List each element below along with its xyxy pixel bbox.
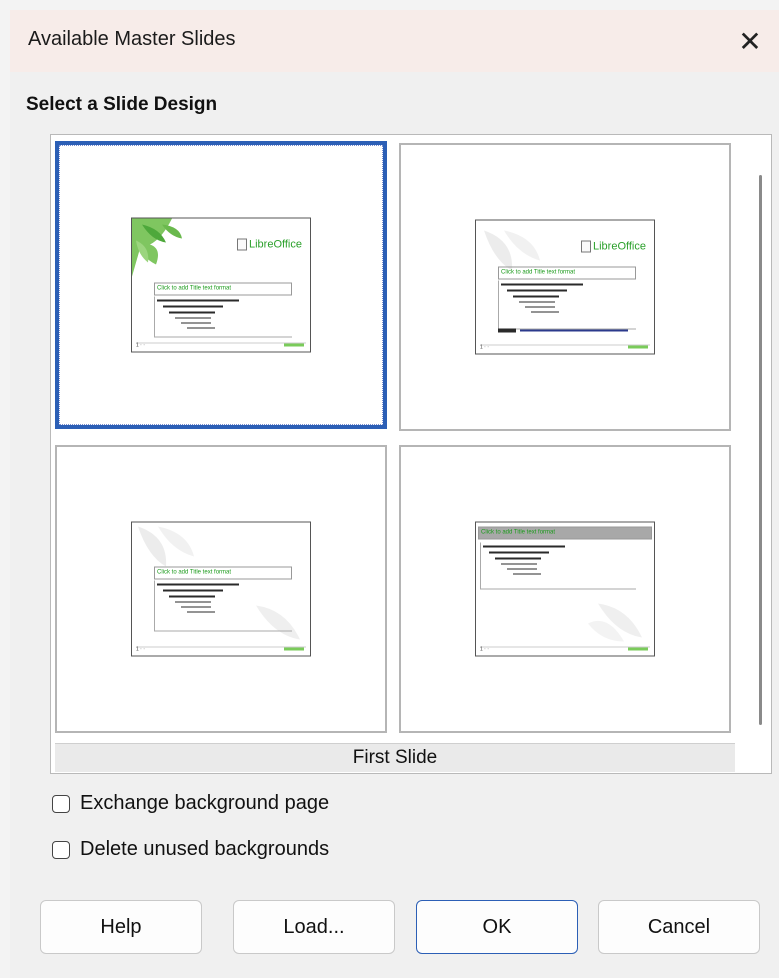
selected-design-label: First Slide — [55, 743, 735, 772]
design-thumbnail: Click to add Title text format 1 · · — [475, 521, 655, 657]
thumbnail-title: Click to add Title text format — [498, 266, 636, 280]
thumbnail-title: Click to add Title text format — [154, 282, 292, 296]
close-icon: ✕ — [738, 25, 762, 57]
delete-unused-checkbox[interactable] — [52, 840, 70, 859]
window-title: Available Master Slides — [28, 28, 236, 50]
libreoffice-logo: LibreOffice — [581, 240, 646, 253]
delete-unused-label: Delete unused backgrounds — [80, 838, 330, 860]
thumbnail-body — [498, 280, 636, 330]
thumbnail-body — [154, 580, 292, 632]
design-thumbnail: LibreOffice Click to add Title text form… — [131, 217, 311, 353]
design-thumbnail: Click to add Title text format 1 · · — [131, 521, 311, 657]
thumbnail-title: Click to add Title text format — [478, 526, 652, 540]
exchange-background-option[interactable]: Exchange background page — [52, 792, 329, 815]
scrollbar-thumb[interactable] — [759, 175, 762, 725]
help-button[interactable]: Help — [40, 900, 202, 954]
design-tile-3[interactable]: Click to add Title text format 1 · · — [55, 445, 387, 733]
design-tile-4[interactable]: Click to add Title text format 1 · · — [399, 445, 731, 733]
libreoffice-logo: LibreOffice — [237, 238, 302, 251]
title-bar: Available Master Slides ✕ — [10, 10, 779, 72]
master-slides-dialog: Available Master Slides ✕ Select a Slide… — [10, 10, 779, 978]
design-tile-1[interactable]: LibreOffice Click to add Title text form… — [55, 141, 387, 429]
slide-design-grid: LibreOffice Click to add Title text form… — [50, 134, 772, 774]
design-thumbnail: LibreOffice Click to add Title text form… — [475, 219, 655, 355]
leaves-watermark — [588, 603, 642, 642]
vertical-scrollbar[interactable] — [755, 145, 767, 725]
load-button[interactable]: Load... — [233, 900, 395, 954]
exchange-background-label: Exchange background page — [80, 792, 330, 814]
section-title: Select a Slide Design — [26, 94, 218, 115]
cancel-button[interactable]: Cancel — [598, 900, 760, 954]
thumbnail-title: Click to add Title text format — [154, 566, 292, 580]
close-button[interactable]: ✕ — [727, 18, 773, 64]
ok-button[interactable]: OK — [416, 900, 578, 954]
exchange-background-checkbox[interactable] — [52, 794, 70, 813]
thumbnail-body — [480, 542, 636, 590]
leaves-graphic — [132, 218, 182, 277]
thumbnail-body — [154, 296, 292, 338]
design-tile-2[interactable]: LibreOffice Click to add Title text form… — [399, 143, 731, 431]
delete-unused-option[interactable]: Delete unused backgrounds — [52, 838, 329, 861]
